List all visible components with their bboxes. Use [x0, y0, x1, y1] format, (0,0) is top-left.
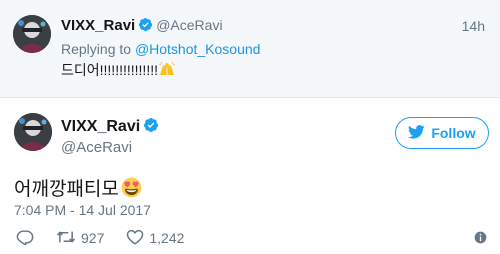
retweet-icon [56, 229, 76, 248]
like-count: 1,242 [149, 230, 185, 246]
tweet-time[interactable]: 14h [462, 18, 485, 34]
author-line: VIXX_Ravi [61, 117, 162, 138]
info-icon[interactable] [474, 231, 487, 249]
replying-prefix: Replying to [61, 41, 132, 57]
retweet-count: 927 [81, 230, 105, 246]
reply-author-line: VIXX_Ravi @AceRavi [61, 17, 223, 37]
heart-eyes-icon [121, 177, 142, 204]
twitter-bird-icon [408, 124, 425, 142]
author-handle: @AceRavi [61, 139, 133, 156]
tweet-actions: 927 1,242 [16, 228, 206, 248]
replying-to-line: Replying to @Hotshot_Kosound [61, 41, 260, 57]
verified-badge-icon [138, 17, 153, 37]
avatar[interactable] [13, 15, 51, 53]
reply-tweet-text: 드디어!!!!!!!!!!!!!!! [61, 60, 176, 81]
mention-link[interactable]: @Hotshot_Kosound [135, 41, 261, 57]
tweet-text: 드디어!!!!!!!!!!!!!!! [61, 62, 158, 78]
replied-tweet[interactable]: VIXX_Ravi @AceRavi 14h Replying to @Hotsh… [0, 0, 500, 98]
tweet-timestamp[interactable]: 7:04 PM - 14 Jul 2017 [14, 202, 151, 218]
tweet-text-body: 어깨깡패티모 [14, 179, 119, 200]
heart-icon [126, 229, 144, 248]
reply-icon [16, 229, 34, 248]
verified-badge-icon [143, 117, 159, 138]
avatar[interactable] [14, 113, 52, 151]
author-handle: @AceRavi [156, 17, 223, 33]
follow-button[interactable]: Follow [395, 117, 489, 149]
author-name[interactable]: VIXX_Ravi [61, 17, 135, 34]
like-button[interactable]: 1,242 [126, 229, 184, 248]
tweet-text: 어깨깡패티모 [14, 174, 142, 204]
raised-hands-icon [158, 60, 176, 81]
follow-label: Follow [431, 125, 476, 141]
author-name[interactable]: VIXX_Ravi [61, 118, 140, 135]
reply-button[interactable] [16, 229, 34, 248]
retweet-button[interactable]: 927 [56, 229, 104, 248]
